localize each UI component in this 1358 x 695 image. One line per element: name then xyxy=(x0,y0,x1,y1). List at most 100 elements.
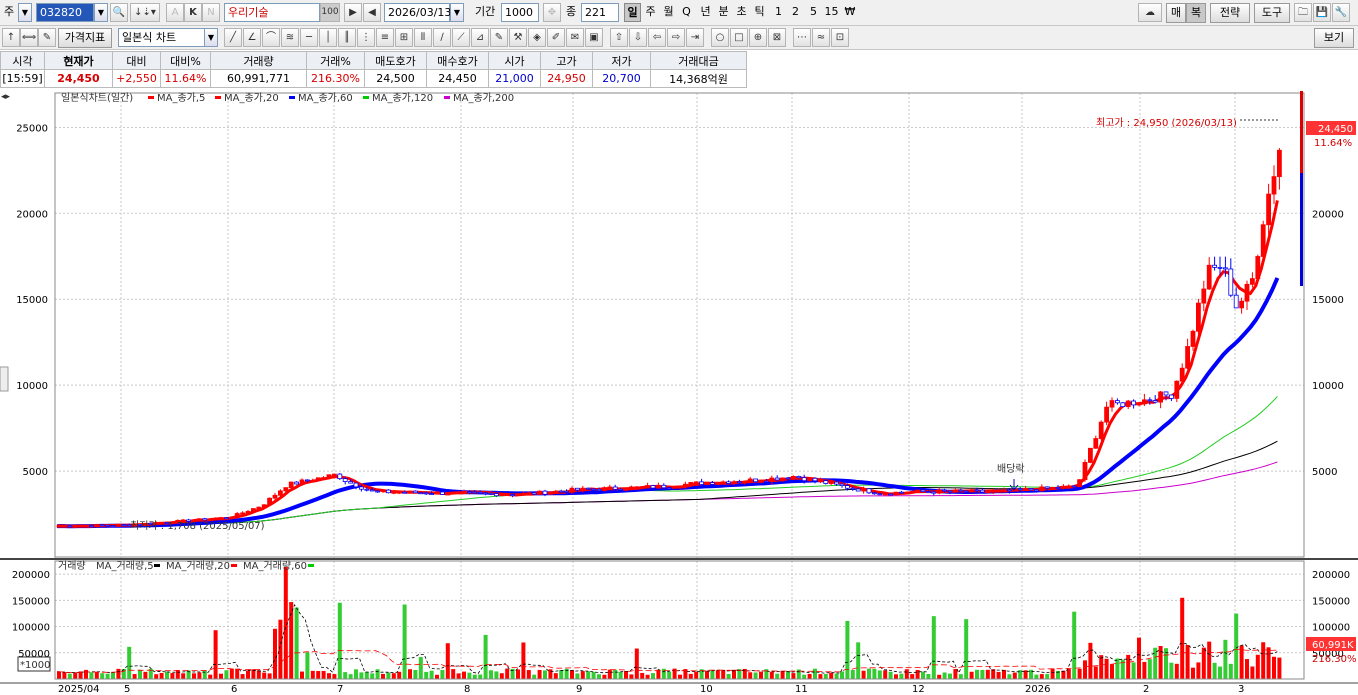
period-input[interactable]: 1000 xyxy=(501,3,539,22)
quote-header-7: 매수호가 xyxy=(426,51,489,70)
low-annotation: 최저가 : 1,708 (2025/05/07) xyxy=(130,520,265,532)
quote-value-7: 24,450 xyxy=(426,69,489,88)
date-field[interactable]: 2026/03/13 xyxy=(384,3,451,22)
strategy-button[interactable]: 전략 xyxy=(1210,3,1250,23)
arc-tool-icon[interactable]: ⌒ xyxy=(262,28,280,47)
candle-body xyxy=(839,483,845,486)
quote-header-1: 현재가 xyxy=(44,51,113,70)
interval-1[interactable]: 주 xyxy=(642,3,659,22)
fit-tool-icon[interactable]: ⊠ xyxy=(768,28,786,47)
hline-tool-icon[interactable]: ─ xyxy=(300,28,318,47)
interval-2[interactable]: 월 xyxy=(660,3,677,22)
up-arrow-icon[interactable]: ↑ xyxy=(2,28,20,47)
jump-tool-icon[interactable]: ⇥ xyxy=(686,28,704,47)
volume-bar xyxy=(602,674,607,679)
market-dropdown[interactable]: ▼ xyxy=(18,3,32,22)
volume-bar xyxy=(240,674,245,679)
down-tool-icon[interactable]: ⇩ xyxy=(629,28,647,47)
triangle-tool-icon[interactable]: ⊿ xyxy=(471,28,489,47)
magnifier-icon[interactable]: 🔍 xyxy=(110,3,128,22)
channel-tool-icon[interactable]: ║ xyxy=(338,28,356,47)
trend-tool-icon[interactable]: ∕ xyxy=(433,28,451,47)
candle-body xyxy=(1255,256,1261,280)
zoom-tool-icon[interactable]: ⊕ xyxy=(749,28,767,47)
square-tool-icon[interactable]: □ xyxy=(730,28,748,47)
interval-8[interactable]: 1 xyxy=(770,3,787,22)
count-input[interactable]: 221 xyxy=(581,3,619,22)
candle-body xyxy=(385,489,391,494)
volume-bar xyxy=(1131,662,1136,679)
candle-body xyxy=(656,484,661,489)
interval-12[interactable]: ₩ xyxy=(841,3,859,22)
edit-icon[interactable]: ✎ xyxy=(38,28,56,47)
cloud-icon[interactable]: ☁ xyxy=(1138,3,1162,22)
date-dropdown[interactable]: ▼ xyxy=(450,3,464,22)
a-button[interactable]: A xyxy=(166,3,184,22)
stock-name-field[interactable]: 우리기술 xyxy=(224,3,320,22)
box-tool-icon[interactable]: ▣ xyxy=(585,28,603,47)
volume-bar xyxy=(175,669,180,679)
right-tool-icon[interactable]: ⇨ xyxy=(667,28,685,47)
angle-tool-icon[interactable]: ∠ xyxy=(243,28,261,47)
chart-type-select[interactable]: 일본식 차트 xyxy=(118,28,206,47)
volume-bar xyxy=(1223,639,1228,679)
line-tool-icon[interactable]: ╱ xyxy=(224,28,242,47)
candle-body xyxy=(461,491,467,494)
indicator-button[interactable]: 가격지표 xyxy=(58,28,112,48)
mail-tool-icon[interactable]: ✉ xyxy=(566,28,584,47)
interval-10[interactable]: 5 xyxy=(805,3,822,22)
stock-code-input[interactable]: 032820 xyxy=(36,3,94,22)
candle-body xyxy=(947,490,953,493)
wave-tool-icon[interactable]: ⋯ xyxy=(793,28,811,47)
note-tool-icon[interactable]: ✐ xyxy=(547,28,565,47)
prev-arrow-icon[interactable]: ◀ xyxy=(363,3,381,22)
n-button[interactable]: N xyxy=(202,3,220,22)
grid-tool-icon[interactable]: ⊞ xyxy=(395,28,413,47)
multi-button[interactable]: 복 xyxy=(1186,3,1206,23)
quote-header-0: 시각 xyxy=(0,51,45,70)
interval-7[interactable]: 틱 xyxy=(751,3,768,22)
marker-tool-icon[interactable]: ◈ xyxy=(528,28,546,47)
expand-icon[interactable]: ⟺ xyxy=(20,28,38,47)
up-tool-icon[interactable]: ⇧ xyxy=(610,28,628,47)
candle-body xyxy=(1250,278,1255,285)
wrench-icon[interactable]: 🔧 xyxy=(1332,3,1350,22)
percent-button[interactable]: 100 xyxy=(320,3,340,22)
fib-tool-icon[interactable]: ⋮ xyxy=(357,28,375,47)
buy-button[interactable]: 매 xyxy=(1166,3,1186,23)
volume-bar xyxy=(1039,674,1044,679)
interval-6[interactable]: 초 xyxy=(733,3,750,22)
price-chart[interactable]: 2025/04 5 6 7 8 9 10 11 12 2026 2 3 5000 5000 10000 100… xyxy=(0,91,1358,695)
tools-button[interactable]: 도구 xyxy=(1254,3,1290,23)
fan-tool-icon[interactable]: ≋ xyxy=(281,28,299,47)
folder-icon[interactable]: 🗀 xyxy=(1294,3,1312,22)
ray-tool-icon[interactable]: ⟋ xyxy=(452,28,470,47)
chart-type-dropdown[interactable]: ▼ xyxy=(204,28,218,47)
drawing-toolbar: ↑ ⟺ ✎ 가격지표 일본식 차트 ▼ ╱ ∠ ⌒ ≋ ─ │ ║ ⋮ ≡ ⊞ ⫴ ∕ ⟋ ⊿ ✎ ⚒ ◈ ✐ ✉ ▣… xyxy=(0,26,1358,50)
interval-0[interactable]: 일 xyxy=(624,3,641,22)
sort-icon[interactable]: ↓⇣▾ xyxy=(130,3,160,22)
move-icon[interactable]: ✥ xyxy=(543,3,561,22)
save-icon[interactable]: 💾 xyxy=(1313,3,1331,22)
code-dropdown[interactable]: ▼ xyxy=(94,3,108,22)
interval-3[interactable]: Q xyxy=(678,3,695,22)
pen-tool-icon[interactable]: ✎ xyxy=(490,28,508,47)
eraser-tool-icon[interactable]: ⚒ xyxy=(509,28,527,47)
right-edge-blue-marker xyxy=(1300,173,1303,286)
pitch-tool-icon[interactable]: ⫴ xyxy=(414,28,432,47)
vline-tool-icon[interactable]: │ xyxy=(319,28,337,47)
elliott-tool-icon[interactable]: ≈ xyxy=(812,28,830,47)
snapshot-tool-icon[interactable]: ⊡ xyxy=(831,28,849,47)
interval-9[interactable]: 2 xyxy=(787,3,804,22)
k-button[interactable]: K xyxy=(184,3,202,22)
interval-4[interactable]: 년 xyxy=(697,3,714,22)
view-button[interactable]: 보기 xyxy=(1314,28,1354,48)
left-tool-icon[interactable]: ⇦ xyxy=(648,28,666,47)
interval-5[interactable]: 분 xyxy=(715,3,732,22)
next-arrow-icon[interactable]: ▶ xyxy=(344,3,362,22)
volume-bar xyxy=(337,602,342,679)
circle-tool-icon[interactable]: ○ xyxy=(711,28,729,47)
levels-tool-icon[interactable]: ≡ xyxy=(376,28,394,47)
interval-11[interactable]: 15 xyxy=(823,3,840,22)
volume-bar xyxy=(343,672,348,679)
